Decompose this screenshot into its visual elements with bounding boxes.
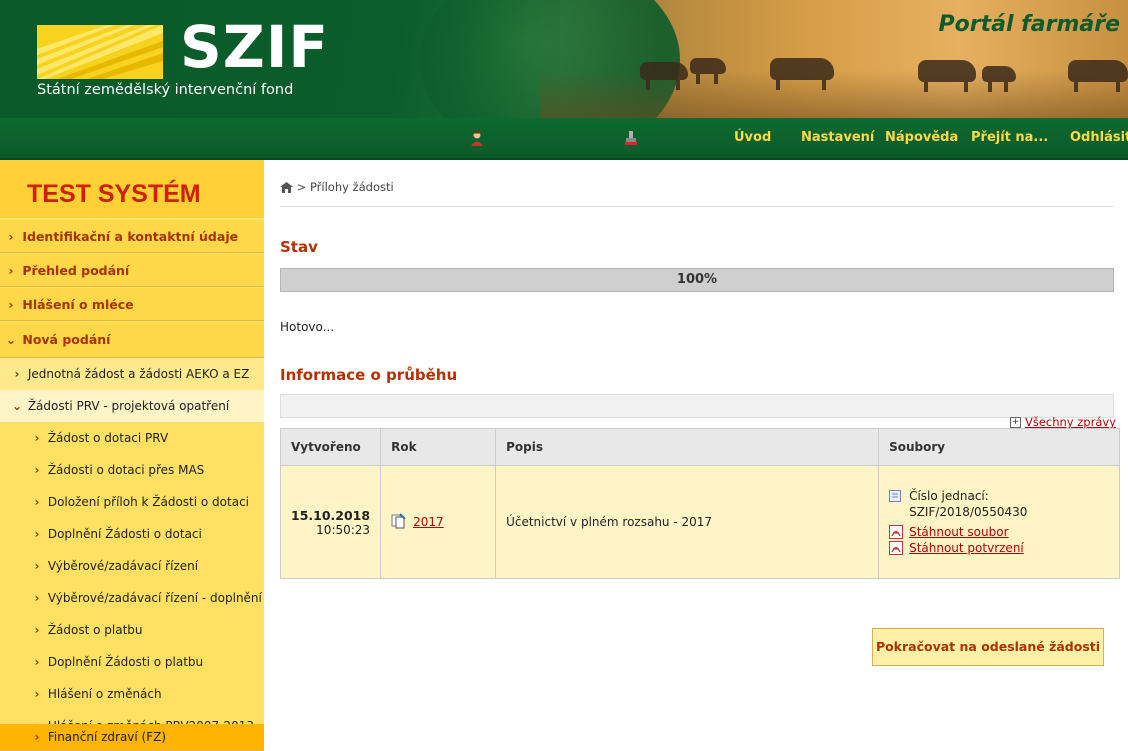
- breadcrumb-current: > Přílohy žádosti: [296, 180, 394, 194]
- test-system-title: TEST SYSTÉM: [0, 160, 264, 218]
- cow-silhouette: [1068, 60, 1128, 92]
- sidebar-item-zadosti-pres-mas[interactable]: › Žádosti o dotaci přes MAS: [0, 454, 264, 487]
- cow-silhouette: [918, 60, 976, 92]
- nav-nastaveni[interactable]: Nastavení: [801, 130, 874, 145]
- cow-silhouette: [982, 66, 1016, 92]
- chevron-right-icon: ›: [34, 463, 40, 477]
- status-text: Hotovo...: [280, 320, 335, 334]
- sidebar-item-zadost-o-dotaci-prv[interactable]: › Žádost o dotaci PRV: [0, 422, 264, 455]
- cell-created: 15.10.2018 10:50:23: [279, 465, 382, 579]
- pdf-icon: [889, 525, 904, 539]
- column-header-vytvoreno[interactable]: Vytvořeno: [279, 428, 382, 466]
- chevron-right-icon: ›: [34, 527, 40, 541]
- all-messages-toggle[interactable]: + Všechny zprávy: [1009, 415, 1116, 429]
- download-file-link[interactable]: Stáhnout soubor: [909, 525, 1008, 539]
- sidebar-item-zadosti-prv[interactable]: ⌄ Žádosti PRV - projektová opatření: [0, 390, 264, 423]
- chevron-down-icon: ⌄: [11, 399, 23, 413]
- progress-table: Vytvořeno Rok Popis Soubory 15.10.2018 1…: [279, 428, 1120, 579]
- chevron-right-icon: ›: [34, 655, 40, 669]
- ref-label: Číslo jednací:: [909, 489, 989, 503]
- pdf-icon: [889, 541, 904, 555]
- home-icon[interactable]: [280, 182, 293, 196]
- sidebar: TEST SYSTÉM › Identifikační a kontaktní …: [0, 160, 264, 751]
- chevron-right-icon: ›: [34, 623, 40, 637]
- chevron-right-icon: ›: [34, 495, 40, 509]
- expand-plus-icon: +: [1009, 417, 1021, 428]
- documents-icon: [391, 512, 407, 532]
- sidebar-item-jednotna-zadost[interactable]: › Jednotná žádost a žádosti AEKO a EZ: [0, 358, 264, 391]
- logo-text[interactable]: SZIF: [180, 16, 329, 78]
- ref-value: SZIF/2018/0550430: [909, 505, 1028, 519]
- sidebar-item-hlaseni-o-mlece[interactable]: › Hlášení o mléce: [0, 288, 264, 321]
- sidebar-item-dolozeni-priloh[interactable]: › Doložení příloh k Žádosti o dotaci: [0, 486, 264, 519]
- main-content: > Přílohy žádosti Stav 100% Hotovo... In…: [264, 160, 1128, 749]
- nav-uvod[interactable]: Úvod: [734, 130, 771, 145]
- nav-napoveda[interactable]: Nápověda: [885, 130, 958, 145]
- breadcrumb: > Přílohy žádosti: [280, 180, 394, 196]
- portal-title: Portál farmáře: [938, 12, 1120, 37]
- nav-odhlasit[interactable]: Odhlásit: [1070, 130, 1128, 145]
- chevron-right-icon: ›: [34, 687, 40, 701]
- sidebar-item-nova-podani[interactable]: ⌄ Nová podání: [0, 322, 264, 358]
- logo-subtitle: Státní zemědělský intervenční fond: [37, 82, 294, 98]
- download-confirmation-link[interactable]: Stáhnout potvrzení: [909, 541, 1024, 555]
- header-banner: SZIF Státní zemědělský intervenční fond …: [0, 0, 1128, 118]
- chevron-right-icon: ›: [8, 297, 14, 312]
- chevron-right-icon: ›: [34, 591, 40, 605]
- chevron-right-icon: ›: [34, 559, 40, 573]
- sidebar-item-financni-zdravi[interactable]: › Finanční zdraví (FZ): [0, 724, 264, 751]
- created-date: 15.10.2018: [291, 507, 371, 523]
- chevron-right-icon: ›: [14, 367, 20, 381]
- year-link[interactable]: 2017: [413, 515, 444, 529]
- sidebar-item-vyberove-rizeni-doplneni[interactable]: › Výběrové/zadávací řízení - doplnění: [0, 582, 264, 615]
- info-bar: [280, 394, 1114, 418]
- chevron-down-icon: ⌄: [5, 332, 17, 347]
- stamp-icon[interactable]: [624, 130, 638, 146]
- nav-prejit-na[interactable]: Přejít na...: [971, 130, 1048, 145]
- created-time: 10:50:23: [316, 522, 371, 537]
- cow-silhouette: [770, 58, 834, 90]
- cell-description: Účetnictví v plném rozsahu - 2017: [495, 465, 880, 579]
- table-header-row: Vytvořeno Rok Popis Soubory: [279, 428, 1120, 466]
- user-icon[interactable]: [470, 130, 484, 146]
- continue-to-submitted-button[interactable]: Pokračovat na odeslané žádosti: [872, 628, 1104, 666]
- column-header-rok[interactable]: Rok: [380, 428, 497, 466]
- breadcrumb-divider: [280, 206, 1114, 207]
- sidebar-item-hlaseni-o-zmenach[interactable]: › Hlášení o změnách: [0, 678, 264, 711]
- cell-year: 2017: [380, 465, 497, 579]
- document-icon: [889, 490, 902, 502]
- chevron-right-icon: ›: [34, 730, 40, 744]
- cow-silhouette: [690, 58, 726, 84]
- column-header-soubory[interactable]: Soubory: [878, 428, 1120, 466]
- cow-silhouette: [640, 62, 688, 90]
- sidebar-item-prehled-podani[interactable]: › Přehled podání: [0, 254, 264, 287]
- sidebar-item-doplneni-zadosti-o-platbu[interactable]: › Doplnění Žádosti o platbu: [0, 646, 264, 679]
- progress-bar: 100%: [280, 268, 1114, 292]
- chevron-right-icon: ›: [8, 229, 14, 244]
- table-row: 15.10.2018 10:50:23 2017 Účetnictví v pl…: [279, 465, 1120, 579]
- sidebar-item-doplneni-zadosti-o-dotaci[interactable]: › Doplnění Žádosti o dotaci: [0, 518, 264, 551]
- chevron-right-icon: ›: [34, 431, 40, 445]
- chevron-right-icon: ›: [8, 263, 14, 278]
- status-heading: Stav: [280, 238, 318, 256]
- all-messages-link[interactable]: Všechny zprávy: [1025, 415, 1116, 429]
- column-header-popis[interactable]: Popis: [495, 428, 880, 466]
- sidebar-item-identifikacni-udaje[interactable]: › Identifikační a kontaktní údaje: [0, 220, 264, 253]
- info-heading: Informace o průběhu: [280, 366, 458, 384]
- sidebar-item-vyberove-rizeni[interactable]: › Výběrové/zadávací řízení: [0, 550, 264, 583]
- szif-logo-icon[interactable]: [37, 25, 163, 79]
- cell-files: Číslo jednací: SZIF/2018/0550430 Stáhnou…: [878, 465, 1120, 579]
- progress-label: 100%: [676, 272, 718, 287]
- sidebar-item-zadost-o-platbu[interactable]: › Žádost o platbu: [0, 614, 264, 647]
- top-navbar: Úvod Nastavení Nápověda Přejít na... Odh…: [0, 118, 1128, 160]
